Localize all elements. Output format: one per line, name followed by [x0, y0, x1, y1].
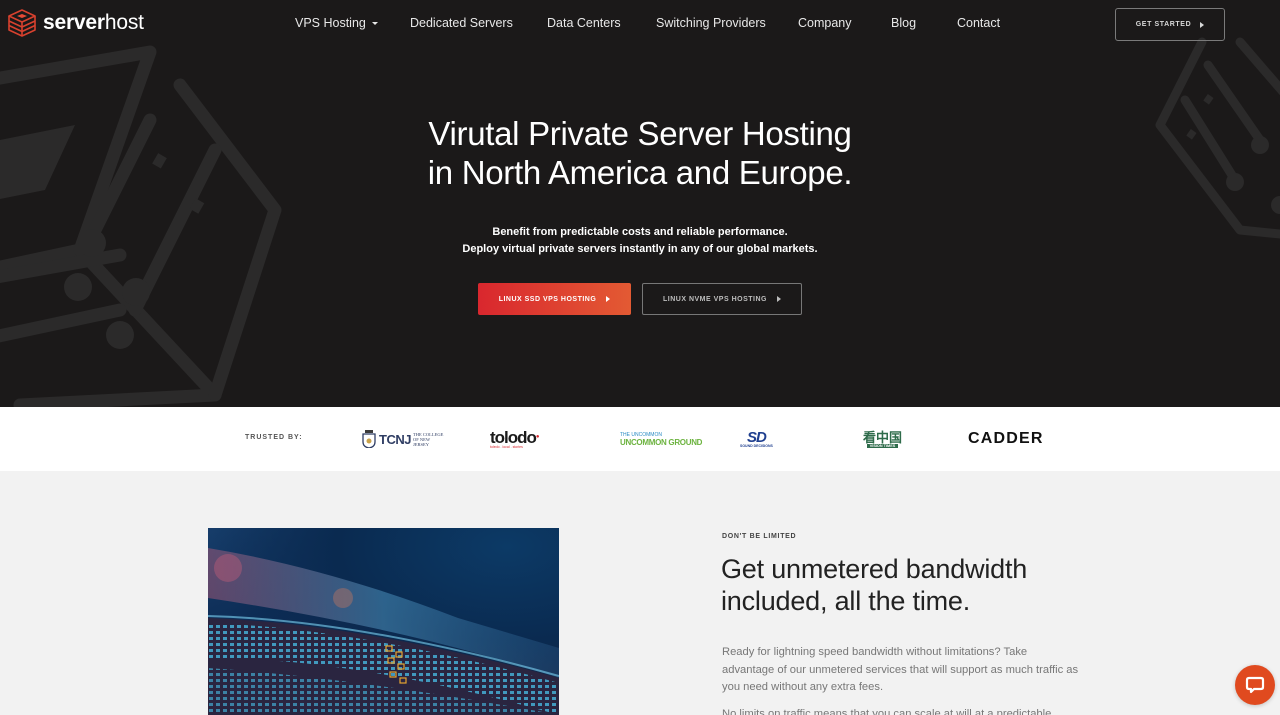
linux-nvme-vps-label: LINUX NVME VPS HOSTING — [663, 295, 767, 303]
linux-ssd-vps-button[interactable]: LINUX SSD VPS HOSTING — [478, 283, 631, 315]
get-started-label: GET STARTED — [1135, 21, 1192, 28]
magnifier-icon: ● — [535, 433, 540, 440]
client-logo-tcnj[interactable]: TCNJ THE COLLEGE OF NEW JERSEY — [362, 424, 445, 454]
client-logo-sound-decisions[interactable]: SD SOUND DECISIONS — [740, 424, 773, 454]
nav-dedicated-servers[interactable]: Dedicated Servers — [410, 16, 513, 30]
hero-section: serverhost VPS Hosting Dedicated Servers… — [0, 0, 1280, 407]
feature-eyebrow: DON'T BE LIMITED — [722, 533, 797, 540]
trusted-by-bar: TRUSTED BY: TCNJ THE COLLEGE OF NEW JERS… — [0, 407, 1280, 471]
client-logo-tolodo[interactable]: tolodo● toledo . local . stories — [490, 424, 539, 454]
nav-data-centers[interactable]: Data Centers — [547, 16, 621, 30]
feature-paragraph: Ready for lightning speed bandwidth with… — [722, 646, 1079, 693]
hero-subtitle: Benefit from predictable costs and relia… — [462, 226, 818, 255]
client-logo-cadder[interactable]: CADDER — [968, 424, 1044, 454]
client-logo-vision-times[interactable]: 看中国 VISION TIMES — [863, 424, 902, 454]
nav-contact[interactable]: Contact — [957, 16, 1000, 30]
caret-down-icon — [371, 22, 378, 26]
nav-vps-hosting[interactable]: VPS Hosting — [295, 16, 378, 30]
feature-paragraph-2: No limits on traffic means that you can … — [722, 708, 1052, 715]
tcnj-shield-icon — [362, 430, 376, 448]
play-arrow-icon — [776, 296, 781, 302]
fiber-optic-cables-illustration — [208, 548, 559, 715]
hero-title: Virutal Private Server Hosting in North … — [427, 115, 853, 191]
nav-blog[interactable]: Blog — [891, 16, 916, 30]
client-logo-uncommon-ground[interactable]: THE UNCOMMON UNCOMMON GROUND — [620, 424, 702, 454]
fiber-cable-image — [208, 528, 559, 715]
linux-ssd-vps-label: LINUX SSD VPS HOSTING — [498, 295, 597, 303]
play-arrow-icon — [606, 296, 611, 302]
feature-title: Get unmetered bandwidth included, all th… — [721, 554, 1028, 616]
nav-company[interactable]: Company — [798, 16, 852, 30]
linux-nvme-vps-button[interactable]: LINUX NVME VPS HOSTING — [642, 283, 802, 315]
trusted-by-label: TRUSTED BY: — [245, 434, 303, 441]
chat-bubble-icon — [1245, 676, 1265, 694]
get-started-button[interactable]: GET STARTED — [1115, 8, 1225, 41]
play-arrow-icon — [1200, 21, 1205, 28]
nav-switching-providers[interactable]: Switching Providers — [656, 16, 766, 30]
main-nav: VPS Hosting Dedicated Servers Data Cente… — [0, 16, 1280, 34]
live-chat-button[interactable] — [1235, 665, 1275, 705]
